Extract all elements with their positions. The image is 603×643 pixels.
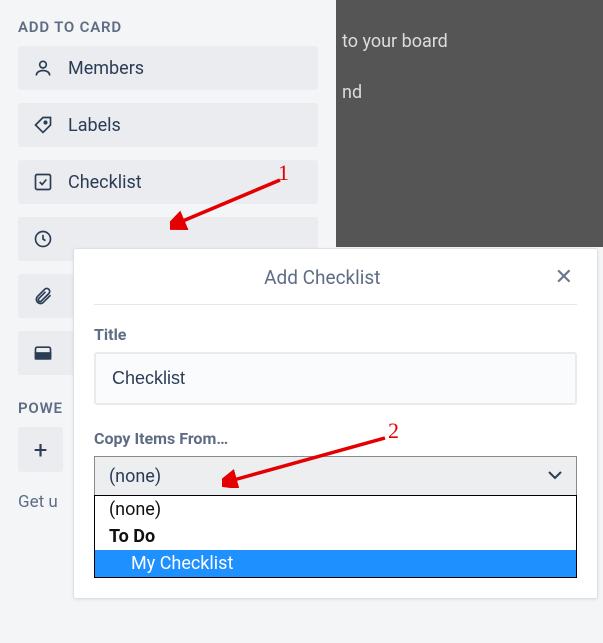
- board-background-overlay: to your board nd: [336, 0, 603, 247]
- bg-text-line1: to your board: [342, 28, 603, 57]
- clock-icon: [32, 228, 54, 250]
- add-checklist-popup: Add Checklist ✕ Title Copy Items From… (…: [73, 248, 598, 599]
- sidebar-item-label: Labels: [68, 115, 121, 136]
- checkbox-icon: [32, 171, 54, 193]
- dropdown-list: (none) To Do My Checklist: [94, 495, 577, 578]
- select-value: (none): [109, 466, 161, 487]
- user-icon: [32, 57, 54, 79]
- tag-icon: [32, 114, 54, 136]
- title-input[interactable]: [94, 352, 577, 405]
- plus-icon: +: [34, 436, 48, 464]
- bg-text-line2: nd: [342, 79, 603, 108]
- popup-title: Add Checklist: [94, 266, 551, 289]
- checklist-button[interactable]: Checklist: [18, 160, 318, 204]
- dropdown-option-none[interactable]: (none): [95, 496, 576, 523]
- title-field-label: Title: [94, 325, 577, 344]
- chevron-down-icon: [548, 468, 562, 484]
- close-icon: ✕: [555, 265, 573, 290]
- copy-from-select[interactable]: (none): [94, 456, 577, 496]
- paperclip-icon: [32, 285, 54, 307]
- sidebar-item-label: Checklist: [68, 172, 142, 193]
- cover-icon: [32, 342, 54, 364]
- members-button[interactable]: Members: [18, 46, 318, 90]
- copy-from-label: Copy Items From…: [94, 429, 577, 448]
- dropdown-option-mychecklist[interactable]: My Checklist: [95, 550, 576, 577]
- section-label: ADD TO CARD: [18, 18, 318, 36]
- close-button[interactable]: ✕: [551, 265, 577, 290]
- add-powerup-button[interactable]: +: [18, 427, 63, 472]
- popup-header: Add Checklist ✕: [94, 265, 577, 305]
- labels-button[interactable]: Labels: [18, 103, 318, 147]
- dropdown-option-todo[interactable]: To Do: [95, 523, 576, 550]
- sidebar-item-label: Members: [68, 58, 144, 79]
